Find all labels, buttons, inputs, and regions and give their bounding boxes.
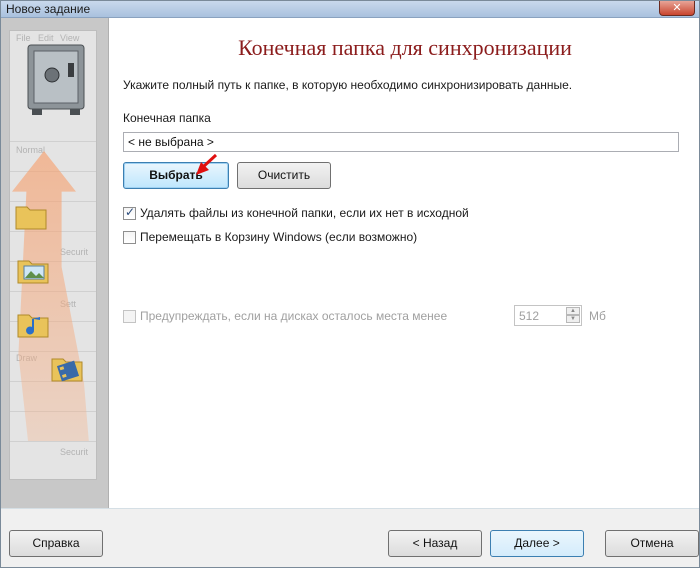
recycle-bin-option[interactable]: Перемещать в Корзину Windows (если возмо… xyxy=(123,230,417,244)
video-folder-icon xyxy=(51,358,83,382)
help-button[interactable]: Справка xyxy=(9,530,103,557)
recycle-bin-checkbox[interactable] xyxy=(123,230,136,244)
spin-up-icon: ▲ xyxy=(566,307,580,315)
cancel-button[interactable]: Отмена xyxy=(605,530,699,557)
ghost-label: Securit xyxy=(60,447,89,457)
space-threshold-spinner: 512 ▲ ▼ xyxy=(514,305,582,326)
clear-folder-button[interactable]: Очистить xyxy=(237,162,331,189)
space-threshold-value: 512 xyxy=(519,309,540,323)
page-title: Конечная папка для синхронизации xyxy=(238,35,572,60)
red-pointer-arrow-icon xyxy=(196,153,218,175)
page-description: Укажите полный путь к папке, в которую н… xyxy=(123,78,573,92)
ghost-label: Normal xyxy=(16,145,46,155)
safe-icon xyxy=(27,44,85,115)
folder-icon xyxy=(15,206,47,230)
low-space-warning-option: Предупреждать, если на дисках осталось м… xyxy=(123,309,447,323)
delete-files-label: Удалять файлы из конечной папки, если их… xyxy=(140,206,469,220)
recycle-bin-label: Перемещать в Корзину Windows (если возмо… xyxy=(140,230,418,244)
next-button[interactable]: Далее > xyxy=(490,530,584,557)
space-unit: Мб xyxy=(589,309,606,323)
close-icon: ✕ xyxy=(672,2,682,14)
wizard-content: File Edit View Normal Securit Sett Draw … xyxy=(1,18,699,508)
folder-label: Конечная папка xyxy=(123,111,211,125)
dialog-window: Новое задание ✕ File Edit View Normal Se… xyxy=(0,0,700,568)
picture-folder-icon xyxy=(17,260,49,284)
destination-folder-field[interactable] xyxy=(123,132,679,152)
delete-files-checkbox[interactable] xyxy=(123,205,136,220)
spin-down-icon: ▼ xyxy=(566,315,580,323)
delete-files-option[interactable]: Удалять файлы из конечной папки, если их… xyxy=(123,205,469,220)
close-button[interactable]: ✕ xyxy=(659,1,695,16)
ghost-label: Securit xyxy=(60,247,89,257)
music-folder-icon xyxy=(17,314,49,338)
banner-illustration: File Edit View Normal Securit Sett Draw … xyxy=(9,30,97,480)
window-title: Новое задание xyxy=(6,2,91,16)
low-space-warning-checkbox xyxy=(123,309,136,323)
back-button[interactable]: < Назад xyxy=(388,530,482,557)
title-bar: Новое задание ✕ xyxy=(1,1,699,18)
wizard-banner: File Edit View Normal Securit Sett Draw … xyxy=(1,18,109,508)
low-space-warning-label: Предупреждать, если на дисках осталось м… xyxy=(140,309,448,323)
wizard-footer: Справка < Назад Далее > Отмена xyxy=(1,508,699,567)
